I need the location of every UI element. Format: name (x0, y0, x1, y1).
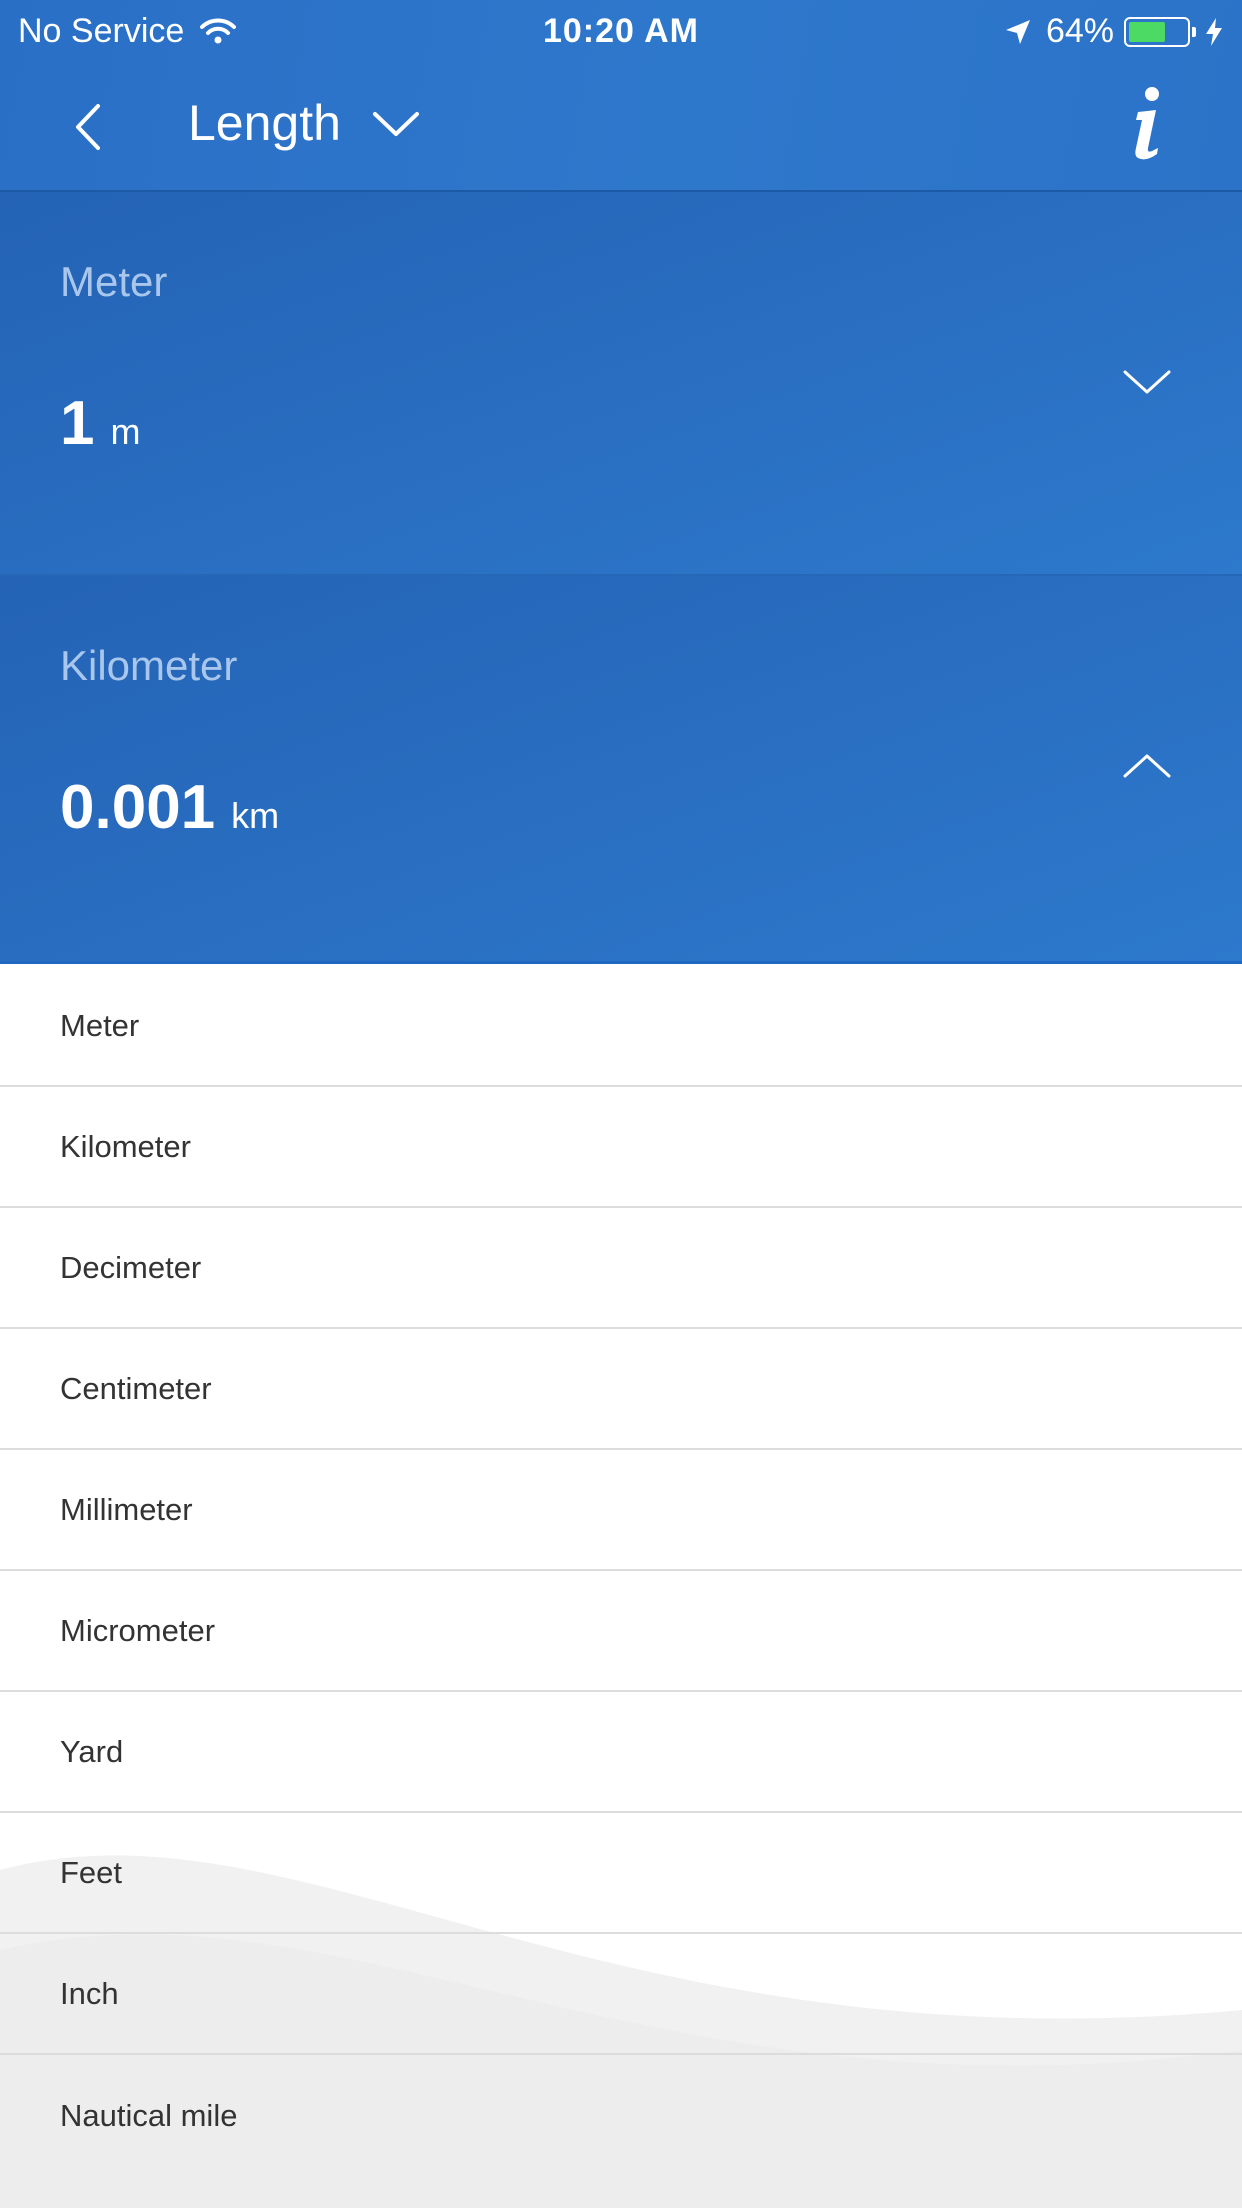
page-title: Length (188, 95, 341, 151)
info-button[interactable] (1122, 84, 1172, 164)
status-bar: No Service 10:20 AM 64% (0, 0, 1242, 62)
chevron-down-icon[interactable] (1122, 362, 1172, 402)
battery-percent: 64% (1045, 12, 1114, 50)
list-item[interactable]: Decimeter (0, 1208, 1242, 1329)
from-unit-value[interactable]: 1 m (60, 388, 140, 459)
chevron-left-icon (76, 104, 100, 150)
battery-fill (1129, 21, 1165, 42)
unit-list: Meter Kilometer Decimeter Centimeter Mil… (0, 966, 1242, 2176)
charging-bolt-icon (1206, 17, 1222, 46)
to-unit-panel[interactable]: Kilometer 0.001 km (0, 576, 1242, 964)
list-item[interactable]: Yard (0, 1692, 1242, 1813)
chevron-up-icon[interactable] (1122, 746, 1172, 786)
from-unit-panel[interactable]: Meter 1 m (0, 192, 1242, 576)
category-selector[interactable]: Length (188, 94, 421, 152)
nav-bar: Length (0, 62, 1242, 190)
list-item[interactable]: Kilometer (0, 1087, 1242, 1208)
info-icon (1135, 87, 1159, 160)
list-item[interactable]: Nautical mile (0, 2055, 1242, 2176)
chevron-down-icon (372, 112, 419, 136)
to-value-number: 0.001 (60, 773, 216, 842)
from-value-abbr: m (110, 411, 141, 452)
list-item[interactable]: Feet (0, 1813, 1242, 1934)
battery-icon (1124, 16, 1196, 47)
to-unit-value: 0.001 km (60, 772, 279, 843)
list-item[interactable]: Meter (0, 966, 1242, 1087)
header-area: No Service 10:20 AM 64% Length (0, 0, 1242, 190)
list-item[interactable]: Micrometer (0, 1571, 1242, 1692)
list-item[interactable]: Millimeter (0, 1450, 1242, 1571)
list-item[interactable]: Centimeter (0, 1329, 1242, 1450)
location-arrow-icon (1005, 19, 1030, 44)
list-item[interactable]: Inch (0, 1934, 1242, 2055)
from-value-number: 1 (60, 389, 95, 458)
to-value-abbr: km (231, 795, 280, 836)
status-right: 64% (1004, 12, 1224, 51)
back-button[interactable] (62, 92, 122, 162)
to-unit-name: Kilometer (60, 642, 238, 689)
from-unit-name: Meter (60, 258, 168, 305)
